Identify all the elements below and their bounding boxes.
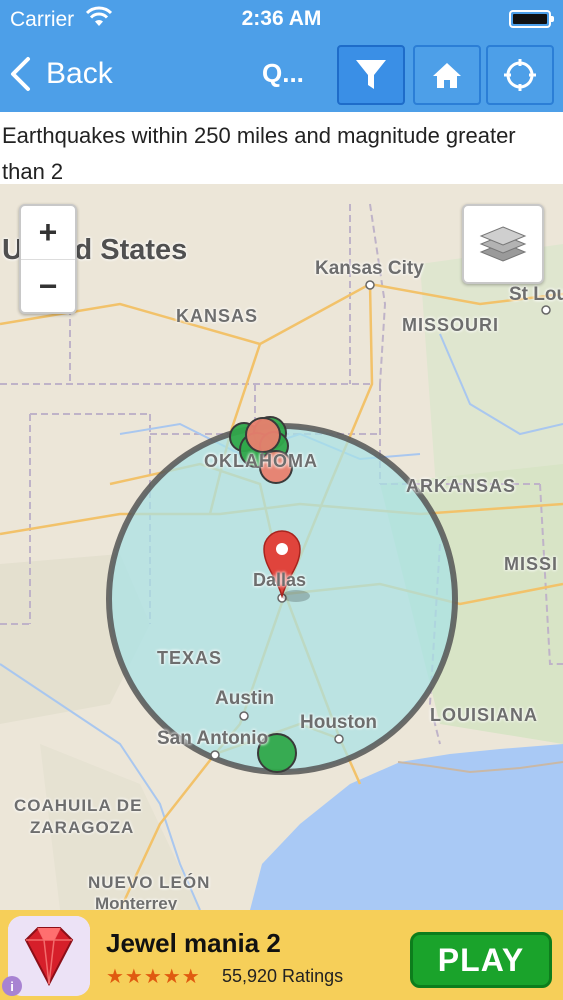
chevron-left-icon	[11, 57, 30, 91]
state-label-missouri: MISSOURI	[402, 315, 500, 335]
region-label-nuevo-leon: NUEVO LEÓN	[88, 873, 211, 892]
filter-icon	[356, 60, 386, 89]
region-label-coahuila: COAHUILA DE	[14, 796, 143, 815]
status-bar: Carrier 2:36 AM	[0, 0, 563, 38]
state-label-oklahoma: OKLAHOMA	[204, 451, 318, 471]
layers-icon	[479, 226, 527, 262]
filter-button[interactable]	[337, 45, 405, 105]
zoom-in-button[interactable]: +	[21, 206, 75, 259]
nav-title[interactable]: Q...	[262, 58, 304, 89]
home-button[interactable]	[413, 45, 481, 105]
state-label-louisiana: LOUISIANA	[430, 705, 538, 725]
zoom-out-button[interactable]: −	[21, 259, 75, 312]
state-label-kansas: KANSAS	[176, 306, 259, 326]
layers-button[interactable]	[462, 204, 544, 284]
back-button[interactable]: Back	[8, 54, 113, 94]
region-label-zaragoza: ZARAGOZA	[30, 818, 135, 837]
filter-description: Earthquakes within 250 miles and magnitu…	[0, 112, 563, 184]
zoom-control: + −	[19, 204, 77, 314]
locate-icon	[504, 59, 536, 91]
ad-rating-stars: ★★★★★	[106, 966, 201, 988]
state-label-texas: TEXAS	[157, 648, 223, 668]
city-label-houston: Houston	[300, 712, 378, 733]
top-bar: Carrier 2:36 AM Back Q...	[0, 0, 563, 112]
home-icon	[433, 63, 461, 88]
play-button[interactable]: PLAY	[410, 932, 552, 988]
navigation-bar: Back Q...	[0, 38, 563, 112]
locate-button[interactable]	[486, 45, 554, 105]
city-label-san-antonio: San Antonio	[157, 728, 269, 749]
status-time: 2:36 AM	[241, 7, 322, 30]
info-icon[interactable]: i	[2, 976, 22, 996]
state-label-arkansas: ARKANSAS	[406, 476, 517, 496]
city-label-monterrey: Monterrey	[95, 894, 178, 910]
ad-ratings-count: 55,920 Ratings	[222, 966, 344, 986]
city-label-dallas: Dallas	[253, 570, 307, 590]
ad-banner[interactable]: i Jewel mania 2 ★★★★★ 55,920 Ratings PLA…	[0, 910, 563, 1000]
battery-icon	[509, 10, 554, 28]
city-label-austin: Austin	[215, 688, 275, 709]
ad-title: Jewel mania 2	[106, 928, 281, 958]
city-label-kansas-city: Kansas City	[315, 258, 424, 279]
back-label: Back	[46, 57, 113, 90]
city-label-st-louis: St Lou	[509, 284, 563, 305]
map-view[interactable]: United States Kansas City St Lou KANSAS …	[0, 184, 563, 910]
state-label-mississippi: MISSI	[504, 554, 559, 574]
